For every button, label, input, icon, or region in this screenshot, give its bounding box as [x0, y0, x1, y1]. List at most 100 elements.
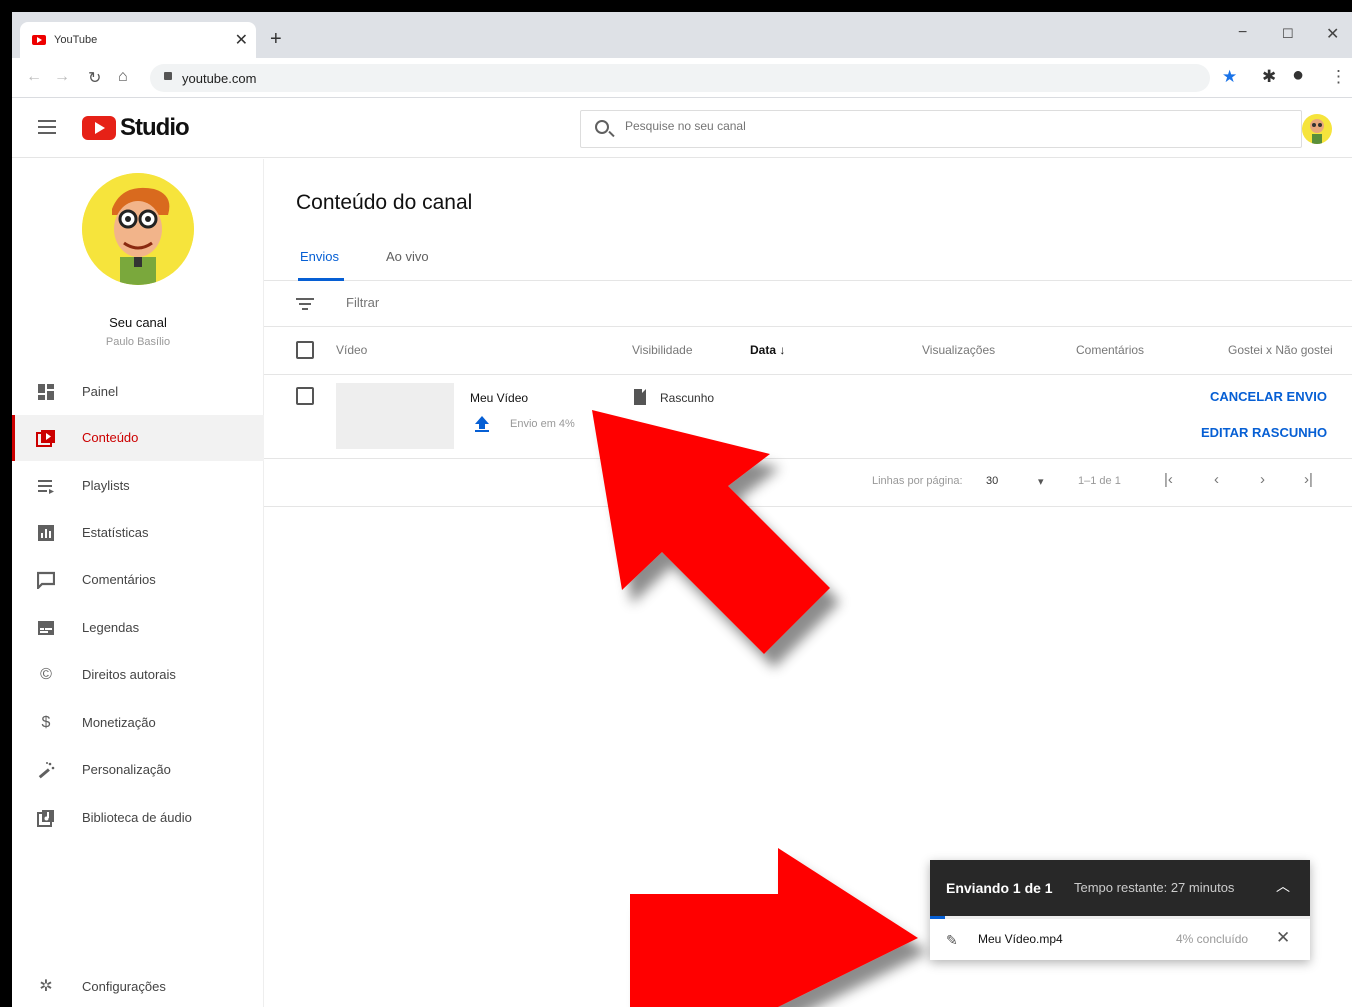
- column-likes: Gostei x Não gostei: [1228, 343, 1333, 357]
- content-icon: [36, 429, 56, 447]
- extensions-icon[interactable]: ✱: [1262, 67, 1276, 87]
- video-thumbnail[interactable]: [336, 383, 454, 449]
- youtube-logo-icon: [82, 116, 116, 140]
- analytics-icon: [36, 524, 56, 542]
- row-checkbox[interactable]: [296, 387, 314, 405]
- sidebar-item-label: Painel: [82, 384, 119, 399]
- search-input[interactable]: [625, 119, 1225, 133]
- table-row[interactable]: Meu Vídeo Envio em 4% Rascunho CANCELAR …: [264, 375, 1352, 459]
- youtube-favicon-icon: [32, 35, 46, 45]
- last-page-icon[interactable]: ›|: [1304, 471, 1313, 488]
- gear-icon: ✲: [39, 978, 53, 995]
- filter-icon[interactable]: [296, 298, 314, 310]
- sidebar-item-personalizacao[interactable]: Personalização: [12, 747, 264, 793]
- sidebar-item-biblioteca-de-audio[interactable]: Biblioteca de áudio: [12, 795, 264, 841]
- upload-toast-title: Enviando 1 de 1: [946, 880, 1053, 896]
- sidebar-item-label: Estatísticas: [82, 525, 149, 540]
- sidebar-item-label: Personalização: [82, 762, 171, 777]
- lock-icon: [164, 72, 172, 80]
- sidebar: Seu canal Paulo Basílio Painel Conteúdo …: [12, 159, 264, 1007]
- video-title[interactable]: Meu Vídeo: [470, 391, 528, 405]
- column-views: Visualizações: [922, 343, 996, 357]
- upload-progress-bar: [930, 916, 1310, 919]
- dashboard-icon: [36, 383, 56, 401]
- upload-toast: Enviando 1 de 1 Tempo restante: 27 minut…: [930, 860, 1310, 960]
- filter-input[interactable]: [346, 295, 746, 310]
- tab-ao-vivo[interactable]: Ao vivo: [386, 249, 429, 264]
- edit-draft-link[interactable]: EDITAR RASCUNHO: [1201, 425, 1327, 440]
- dropdown-arrow-icon[interactable]: ▾: [1038, 475, 1044, 488]
- sidebar-item-monetizacao[interactable]: $ Monetização: [12, 700, 264, 746]
- comments-icon: [36, 571, 56, 591]
- browser-tab[interactable]: YouTube ✕: [20, 22, 256, 58]
- cancel-upload-link[interactable]: CANCELAR ENVIO: [1210, 389, 1327, 404]
- column-comments: Comentários: [1076, 343, 1145, 357]
- visibility-value: Rascunho: [660, 391, 715, 405]
- select-all-checkbox[interactable]: [296, 341, 314, 359]
- rows-per-page-label: Linhas por página:: [872, 475, 963, 487]
- sidebar-item-comentarios[interactable]: Comentários: [12, 557, 264, 603]
- sidebar-item-playlists[interactable]: Playlists: [12, 463, 264, 509]
- subtitles-icon: [36, 619, 56, 637]
- table-header: Vídeo Visibilidade Data ↓ Visualizações …: [264, 327, 1352, 375]
- minimize-icon[interactable]: −: [1238, 24, 1247, 42]
- close-tab-icon[interactable]: ✕: [235, 30, 248, 50]
- more-menu-icon[interactable]: ⋮: [1330, 67, 1347, 87]
- upload-progress-label: 4% concluído: [1176, 932, 1249, 946]
- sidebar-item-label: Configurações: [82, 979, 166, 994]
- search-box[interactable]: [580, 110, 1302, 148]
- next-page-icon[interactable]: ›: [1260, 471, 1265, 488]
- tab-title: YouTube: [54, 34, 98, 46]
- new-tab-icon[interactable]: +: [270, 28, 282, 51]
- close-icon[interactable]: ✕: [1276, 928, 1290, 948]
- upload-status: Envio em 4%: [510, 418, 575, 430]
- address-bar[interactable]: youtube.com: [150, 64, 1210, 92]
- studio-logo[interactable]: Studio: [82, 114, 190, 142]
- reload-icon[interactable]: ↻: [88, 68, 101, 88]
- channel-avatar[interactable]: [82, 173, 194, 285]
- copyright-icon: ©: [40, 666, 52, 683]
- audio-library-icon: [36, 809, 56, 827]
- back-icon[interactable]: ←: [26, 68, 42, 86]
- sidebar-item-estatisticas[interactable]: Estatísticas: [12, 510, 264, 556]
- studio-header: Studio: [12, 98, 1352, 158]
- sidebar-item-conteudo[interactable]: Conteúdo: [12, 415, 264, 461]
- sidebar-item-label: Monetização: [82, 715, 156, 730]
- sidebar-item-label: Conteúdo: [82, 430, 139, 445]
- url-text: youtube.com: [182, 71, 257, 86]
- pencil-icon[interactable]: ✎: [946, 932, 958, 949]
- content-tabs: Envios Ao vivo: [264, 233, 1352, 281]
- bookmark-star-icon[interactable]: ★: [1222, 67, 1237, 87]
- upload-time-remaining: Tempo restante: 27 minutos: [1074, 880, 1235, 895]
- column-video: Vídeo: [336, 343, 368, 357]
- upload-toast-header[interactable]: Enviando 1 de 1 Tempo restante: 27 minut…: [930, 860, 1310, 916]
- column-date[interactable]: Data ↓: [750, 343, 785, 357]
- browser-toolbar: ← → ↻ ⌂ youtube.com ★ ✱ ● ⋮: [12, 58, 1352, 98]
- tab-envios[interactable]: Envios: [300, 249, 339, 264]
- upload-progress-fill: [930, 916, 946, 919]
- sidebar-item-painel[interactable]: Painel: [12, 369, 264, 415]
- page-range: 1–1 de 1: [1078, 475, 1121, 487]
- sidebar-item-configuracoes[interactable]: ✲ Configurações: [12, 964, 264, 1007]
- channel-owner: Paulo Basílio: [105, 336, 171, 348]
- sidebar-item-label: Comentários: [82, 572, 156, 587]
- profile-icon[interactable]: ●: [1292, 64, 1304, 87]
- sidebar-item-legendas[interactable]: Legendas: [12, 605, 264, 651]
- forward-icon[interactable]: →: [54, 68, 70, 86]
- rows-per-page-select[interactable]: 30: [986, 475, 998, 487]
- menu-icon[interactable]: [38, 120, 56, 134]
- previous-page-icon[interactable]: ‹: [1214, 471, 1219, 488]
- first-page-icon[interactable]: |‹: [1164, 471, 1173, 488]
- home-icon[interactable]: ⌂: [118, 68, 128, 86]
- sidebar-item-direitos-autorais[interactable]: © Direitos autorais: [12, 652, 264, 698]
- account-avatar[interactable]: [1302, 114, 1332, 144]
- maximize-icon[interactable]: ☐: [1282, 26, 1294, 42]
- upload-file-name: Meu Vídeo.mp4: [978, 932, 1063, 946]
- channel-name: Seu canal: [109, 315, 167, 330]
- pagination: Linhas por página: 30 ▾ 1–1 de 1 |‹ ‹ › …: [264, 459, 1352, 507]
- upload-icon: [474, 415, 490, 433]
- sidebar-item-label: Biblioteca de áudio: [82, 810, 192, 825]
- column-date-label: Data: [750, 343, 777, 357]
- close-window-icon[interactable]: ✕: [1326, 24, 1339, 44]
- chevron-up-icon[interactable]: ︿: [1276, 876, 1290, 896]
